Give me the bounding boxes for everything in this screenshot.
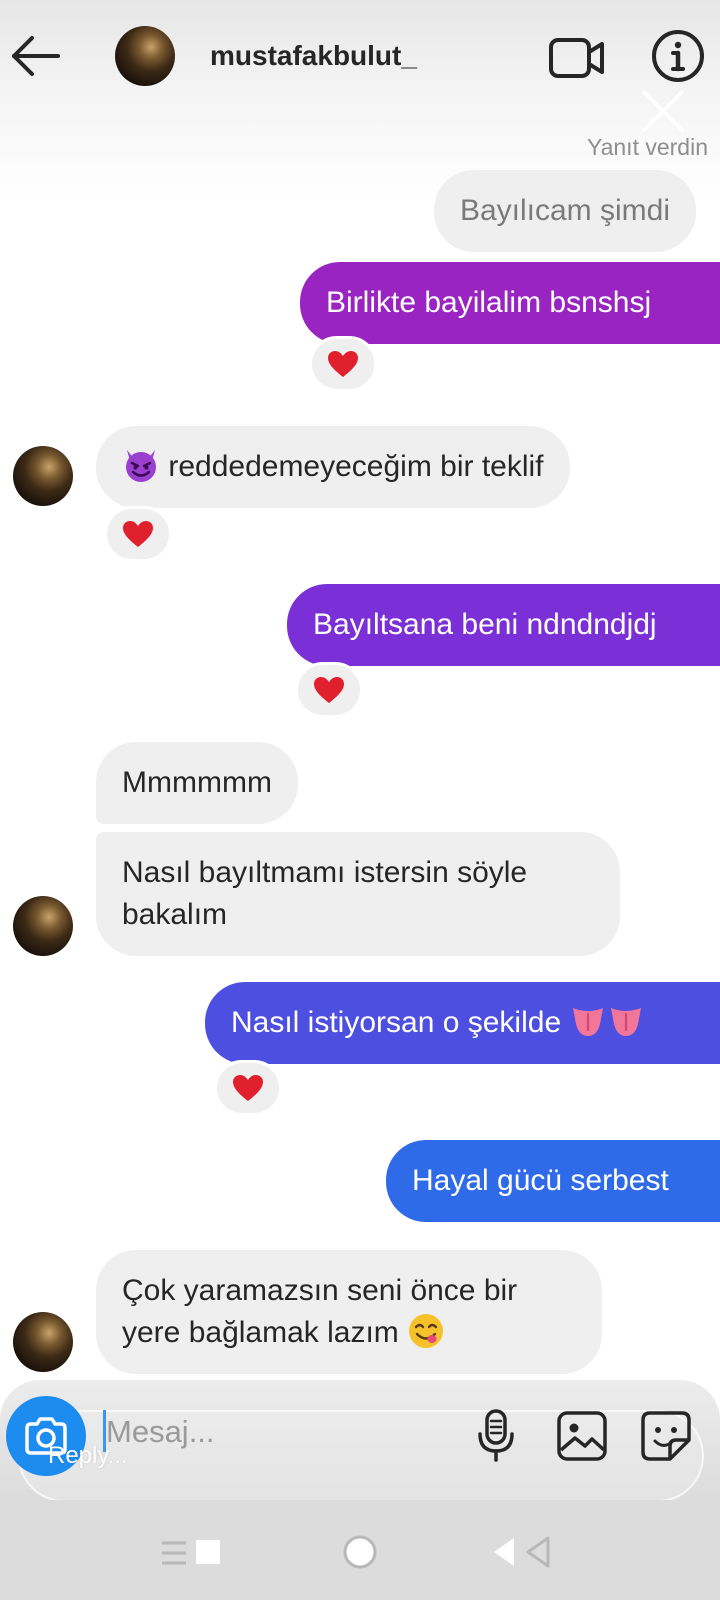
received-message[interactable]: reddedemeyeceğim bir teklif [96,426,570,508]
voice-message-button[interactable] [470,1408,522,1464]
message-text: Nasıl bayıltmamı istersin söyle bakalım [122,856,528,931]
reply-status-label: Yanıt verdin [586,134,708,160]
sender-avatar[interactable] [13,1312,73,1372]
message-text: Birlikte bayilalim bsnshsj [326,286,652,319]
triangle-back-icon [494,1536,550,1568]
info-icon [652,30,704,82]
sticker-icon [641,1411,691,1461]
direct-message-screen: mustafakbulut_ Yanıt verdin Bayılıcam şi… [0,0,720,1600]
received-message[interactable]: Mmmmmm [96,742,298,824]
heart-reaction[interactable] [104,506,172,562]
back-button[interactable] [8,30,64,86]
home-button[interactable] [340,1532,380,1572]
video-call-button[interactable] [548,30,606,86]
arrow-left-icon [12,36,60,76]
message-text: Bayıltsana beni ndndndjdj [313,608,657,641]
sticker-button[interactable] [638,1408,694,1464]
microphone-icon [478,1409,514,1462]
message-input[interactable] [106,1412,446,1452]
reply-label: Reply... [48,1442,128,1469]
heart-reaction[interactable] [295,662,363,718]
smiling-devil-icon [126,450,156,482]
video-camera-icon [549,38,604,78]
heart-reaction[interactable] [214,1060,282,1116]
tongue-icon [611,1008,642,1036]
gallery-button[interactable] [554,1408,610,1464]
home-circle-icon [343,1535,377,1569]
heart-icon [123,521,153,547]
heart-reaction[interactable] [309,336,377,392]
replied-message[interactable]: Bayılıcam şimdi [433,170,696,252]
heart-icon [314,677,344,703]
yum-face-icon [409,1314,444,1348]
message-text: Hayal gücü serbest [412,1164,669,1197]
recent-apps-icon [162,1540,220,1565]
received-message[interactable]: Çok yaramazsın seni önce bir yere bağlam… [96,1250,602,1374]
message-text: Bayılıcam şimdi [459,194,670,227]
sent-message[interactable]: Hayal gücü serbest [386,1140,720,1222]
message-text: reddedemeyeceğim bir teklif [168,450,544,483]
sent-message[interactable]: Bayıltsana beni ndndndjdj [287,584,720,666]
sender-avatar[interactable] [13,446,73,506]
username[interactable]: mustafakbulut_ [210,40,417,72]
system-back-button[interactable] [490,1534,560,1570]
close-button[interactable] [638,86,688,136]
heart-icon [328,351,358,377]
sent-message[interactable]: Birlikte bayilalim bsnshsj [300,262,720,344]
image-gallery-icon [557,1411,607,1461]
sender-avatar[interactable] [13,896,73,956]
sent-message[interactable]: Nasıl istiyorsan o şekilde [205,982,720,1064]
recent-apps-button[interactable] [160,1537,230,1569]
message-text: Mmmmmm [122,766,272,799]
received-message[interactable]: Nasıl bayıltmamı istersin söyle bakalım [96,832,620,956]
heart-icon [233,1075,263,1101]
tongue-icon [573,1008,604,1036]
close-icon [642,90,684,132]
profile-avatar[interactable] [115,26,175,86]
message-text: Nasıl istiyorsan o şekilde [231,1006,562,1039]
info-button[interactable] [648,26,708,86]
message-text: Çok yaramazsın seni önce bir yere bağlam… [122,1274,518,1349]
